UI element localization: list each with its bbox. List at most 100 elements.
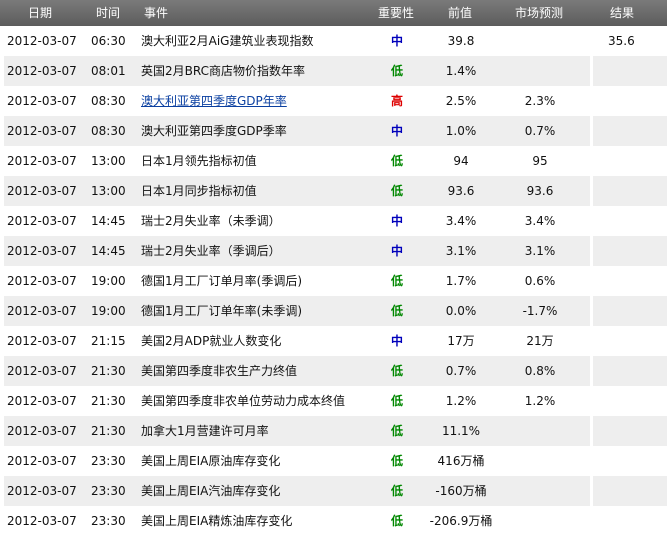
- row-event: 美国第四季度非农单位劳动力成本终值: [141, 394, 346, 408]
- row-previous: 39.8: [447, 34, 475, 48]
- row-date: 2012-03-07: [7, 304, 77, 318]
- row-time: 21:30: [91, 394, 126, 408]
- row-previous: 1.0%: [445, 124, 477, 138]
- table-row: 2012-03-07 19:00 德国1月工厂订单年率(未季调) 低 0.0% …: [0, 296, 667, 326]
- row-previous: 3.4%: [445, 214, 477, 228]
- row-result-background: [593, 56, 667, 86]
- row-importance: 高: [390, 94, 403, 108]
- row-time: 23:30: [91, 454, 126, 468]
- row-importance: 中: [390, 244, 403, 258]
- row-time: 14:45: [91, 214, 126, 228]
- row-result-background: [593, 476, 667, 506]
- row-forecast: 0.8%: [524, 364, 556, 378]
- row-previous: 94: [453, 154, 469, 168]
- row-previous: 1.7%: [445, 274, 477, 288]
- row-event: 日本1月领先指标初值: [141, 154, 257, 168]
- row-forecast: [500, 476, 580, 506]
- row-event: 美国第四季度非农生产力终值: [141, 364, 298, 378]
- row-event: 美国上周EIA精炼油库存变化: [141, 514, 293, 528]
- row-date: 2012-03-07: [7, 394, 77, 408]
- row-date: 2012-03-07: [7, 424, 77, 438]
- table-row: 2012-03-07 23:30 美国上周EIA原油库存变化 低 416万桶: [0, 446, 667, 476]
- row-result-background: [593, 236, 667, 266]
- row-importance: 低: [390, 64, 403, 78]
- row-forecast: [500, 446, 580, 476]
- row-event: 澳大利亚第四季度GDP季率: [141, 124, 287, 138]
- row-previous: -160万桶: [435, 484, 487, 498]
- table-row: 2012-03-07 21:15 美国2月ADP就业人数变化 中 17万 21万: [0, 326, 667, 356]
- row-time: 14:45: [91, 244, 126, 258]
- header-previous: 前值: [448, 6, 473, 20]
- row-forecast: 93.6: [526, 184, 554, 198]
- row-time: 21:30: [91, 424, 126, 438]
- table-row: 2012-03-07 21:30 加拿大1月营建许可月率 低 11.1%: [0, 416, 667, 446]
- row-result-background: [593, 176, 667, 206]
- row-forecast: 95: [532, 154, 548, 168]
- row-previous: 0.7%: [445, 364, 477, 378]
- row-date: 2012-03-07: [7, 334, 77, 348]
- header-date: 日期: [28, 6, 53, 20]
- row-date: 2012-03-07: [7, 184, 77, 198]
- row-date: 2012-03-07: [7, 124, 77, 138]
- row-date: 2012-03-07: [7, 64, 77, 78]
- row-result-background: [593, 356, 667, 386]
- row-time: 06:30: [91, 34, 126, 48]
- row-importance: 中: [390, 124, 403, 138]
- row-event: 美国上周EIA汽油库存变化: [141, 484, 281, 498]
- row-forecast: -1.7%: [522, 304, 558, 318]
- economic-calendar-table: 日期 时间 事件 重要性 前值 市场预测 结果 2012-03-07 06:30…: [0, 0, 667, 545]
- row-event: 日本1月同步指标初值: [141, 184, 257, 198]
- row-date: 2012-03-07: [7, 244, 77, 258]
- header-importance: 重要性: [378, 6, 415, 20]
- row-event: 瑞士2月失业率（季调后）: [141, 244, 281, 258]
- row-time: 13:00: [91, 184, 126, 198]
- row-time: 08:30: [91, 94, 126, 108]
- row-previous: 1.2%: [445, 394, 477, 408]
- header-result: 结果: [610, 6, 635, 20]
- row-event: 英国2月BRC商店物价指数年率: [141, 64, 305, 78]
- row-importance: 低: [390, 364, 403, 378]
- row-previous: 3.1%: [445, 244, 477, 258]
- row-importance: 低: [390, 514, 403, 528]
- row-time: 19:00: [91, 304, 126, 318]
- table-header: 日期 时间 事件 重要性 前值 市场预测 结果: [0, 0, 667, 26]
- header-event: 事件: [144, 6, 169, 20]
- row-importance: 低: [390, 394, 403, 408]
- row-importance: 低: [390, 484, 403, 498]
- row-date: 2012-03-07: [7, 154, 77, 168]
- row-time: 13:00: [91, 154, 126, 168]
- row-date: 2012-03-07: [7, 274, 77, 288]
- row-event: 瑞士2月失业率（未季调）: [141, 214, 281, 228]
- row-importance: 低: [390, 454, 403, 468]
- row-date: 2012-03-07: [7, 514, 77, 528]
- table-row: 2012-03-07 13:00 日本1月同步指标初值 低 93.6 93.6: [0, 176, 667, 206]
- row-previous: 416万桶: [437, 454, 485, 468]
- row-importance: 中: [390, 34, 403, 48]
- row-date: 2012-03-07: [7, 454, 77, 468]
- row-event: 德国1月工厂订单月率(季调后): [141, 274, 302, 288]
- row-previous: 17万: [447, 334, 475, 348]
- table-row: 2012-03-07 19:00 德国1月工厂订单月率(季调后) 低 1.7% …: [0, 266, 667, 296]
- row-time: 21:30: [91, 364, 126, 378]
- row-forecast: [500, 26, 580, 56]
- row-time: 08:01: [91, 64, 126, 78]
- row-forecast: 21万: [526, 334, 554, 348]
- table-row: 2012-03-07 21:30 美国第四季度非农单位劳动力成本终值 低 1.2…: [0, 386, 667, 416]
- table-body: 2012-03-07 06:30 澳大利亚2月AiG建筑业表现指数 中 39.8…: [0, 26, 667, 536]
- row-result-background: [593, 116, 667, 146]
- row-date: 2012-03-07: [7, 484, 77, 498]
- row-date: 2012-03-07: [7, 34, 77, 48]
- row-event-link[interactable]: 澳大利亚第四季度GDP年率: [141, 86, 287, 116]
- table-row: 2012-03-07 14:45 瑞士2月失业率（季调后） 中 3.1% 3.1…: [0, 236, 667, 266]
- row-forecast: 0.7%: [524, 124, 556, 138]
- row-date: 2012-03-07: [7, 364, 77, 378]
- table-row: 2012-03-07 06:30 澳大利亚2月AiG建筑业表现指数 中 39.8…: [0, 26, 667, 56]
- row-forecast: [500, 506, 580, 536]
- row-importance: 低: [390, 154, 403, 168]
- table-row: 2012-03-07 23:30 美国上周EIA汽油库存变化 低 -160万桶: [0, 476, 667, 506]
- row-time: 23:30: [91, 484, 126, 498]
- row-forecast: 2.3%: [524, 94, 556, 108]
- row-forecast: [500, 56, 580, 86]
- row-time: 21:15: [91, 334, 126, 348]
- row-forecast: [500, 416, 580, 446]
